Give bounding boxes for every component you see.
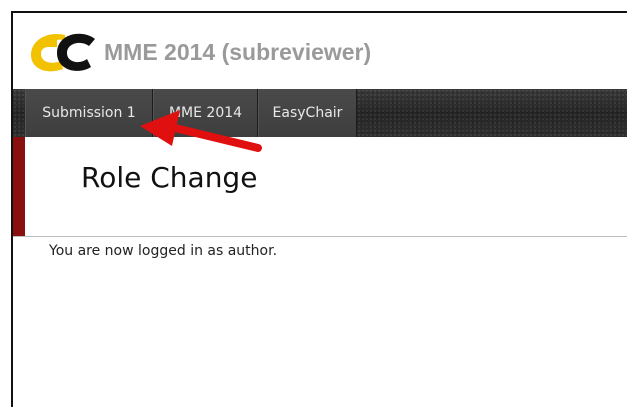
tab-submission-1[interactable]: Submission 1 bbox=[25, 89, 153, 137]
title-accent-bar bbox=[13, 137, 25, 236]
header: MME 2014 (subreviewer) bbox=[13, 13, 627, 89]
title-divider bbox=[13, 236, 627, 237]
easychair-logo-icon[interactable] bbox=[27, 29, 97, 75]
app-window: MME 2014 (subreviewer) Submission 1 MME … bbox=[11, 11, 627, 407]
tab-easychair[interactable]: EasyChair bbox=[258, 89, 357, 137]
status-message: You are now logged in as author. bbox=[49, 243, 278, 259]
top-navigation-bar: Submission 1 MME 2014 EasyChair bbox=[13, 89, 627, 137]
page-title: Role Change bbox=[81, 161, 258, 194]
tab-mme-2014[interactable]: MME 2014 bbox=[153, 89, 258, 137]
app-title: MME 2014 (subreviewer) bbox=[104, 39, 372, 65]
